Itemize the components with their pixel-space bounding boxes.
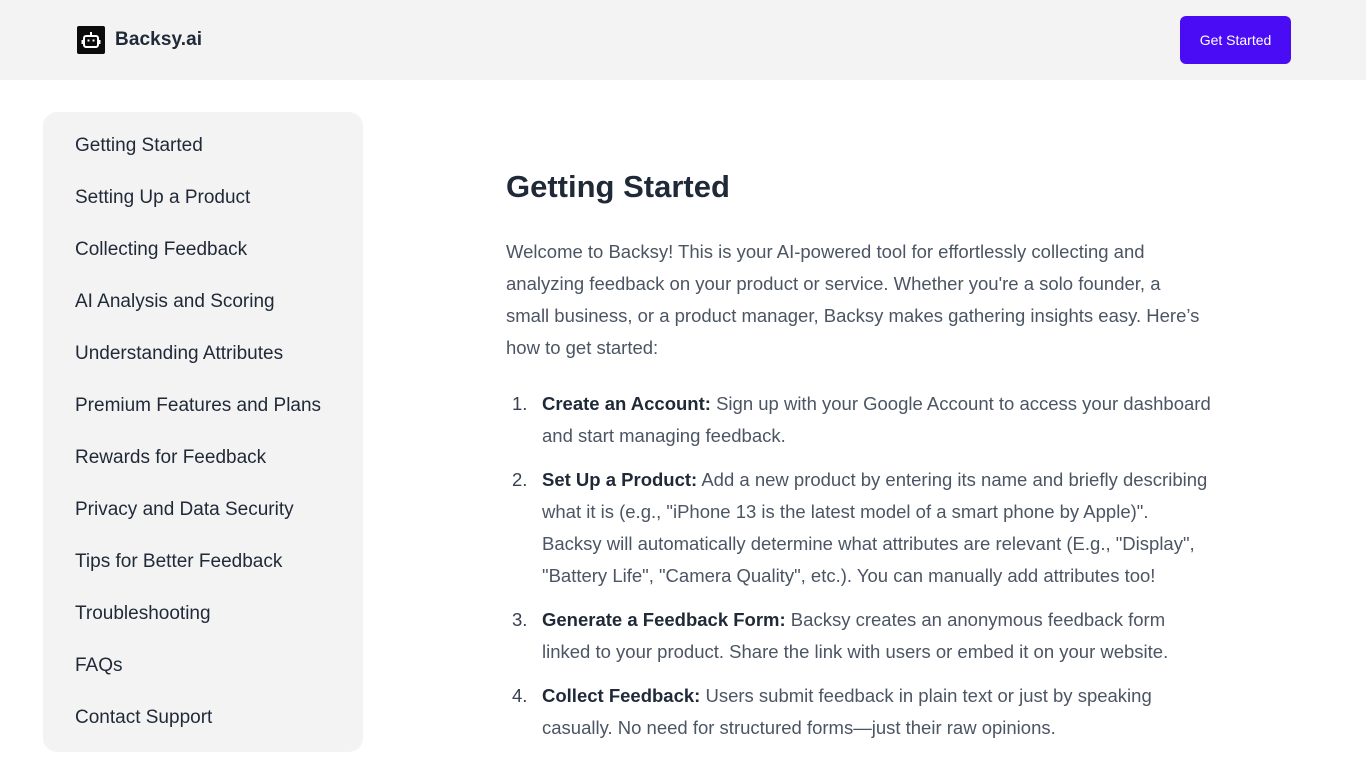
top-header: Backsy.ai Get Started (0, 0, 1366, 80)
list-item: 3. Generate a Feedback Form: Backsy crea… (506, 604, 1212, 668)
sidebar-item-contact-support[interactable]: Contact Support (43, 700, 363, 752)
sidebar-item-getting-started[interactable]: Getting Started (43, 128, 363, 180)
list-item: 2. Set Up a Product: Add a new product b… (506, 464, 1212, 592)
list-item: 4. Collect Feedback: Users submit feedba… (506, 680, 1212, 744)
sidebar-item-privacy-and-data-security[interactable]: Privacy and Data Security (43, 492, 363, 544)
step-number: 1. (512, 393, 528, 414)
sidebar-item-troubleshooting[interactable]: Troubleshooting (43, 596, 363, 648)
step-title: Generate a Feedback Form: (542, 609, 786, 630)
step-title: Set Up a Product: (542, 469, 698, 490)
step-number: 2. (512, 469, 528, 490)
list-item: 1. Create an Account: Sign up with your … (506, 388, 1212, 452)
step-number: 3. (512, 609, 528, 630)
docs-sidebar: Getting Started Setting Up a Product Col… (43, 112, 363, 752)
main-content: Getting Started Welcome to Backsy! This … (506, 166, 1226, 756)
sidebar-item-understanding-attributes[interactable]: Understanding Attributes (43, 336, 363, 388)
sidebar-item-tips-for-better-feedback[interactable]: Tips for Better Feedback (43, 544, 363, 596)
get-started-button[interactable]: Get Started (1180, 16, 1291, 64)
intro-paragraph: Welcome to Backsy! This is your AI-power… (506, 241, 1200, 358)
step-title: Create an Account: (542, 393, 711, 414)
robot-icon (77, 26, 105, 54)
sidebar-item-collecting-feedback[interactable]: Collecting Feedback (43, 232, 363, 284)
sidebar-item-premium-features-and-plans[interactable]: Premium Features and Plans (43, 388, 363, 440)
sidebar-item-ai-analysis-and-scoring[interactable]: AI Analysis and Scoring (43, 284, 363, 336)
page-title: Getting Started (506, 169, 730, 204)
step-title: Collect Feedback: (542, 685, 701, 706)
sidebar-item-rewards-for-feedback[interactable]: Rewards for Feedback (43, 440, 363, 492)
sidebar-item-faqs[interactable]: FAQs (43, 648, 363, 700)
step-number: 4. (512, 685, 528, 706)
sidebar-item-setting-up-a-product[interactable]: Setting Up a Product (43, 180, 363, 232)
steps-list: 1. Create an Account: Sign up with your … (506, 388, 1212, 744)
brand[interactable]: Backsy.ai (77, 26, 202, 54)
brand-name: Backsy.ai (115, 29, 203, 50)
